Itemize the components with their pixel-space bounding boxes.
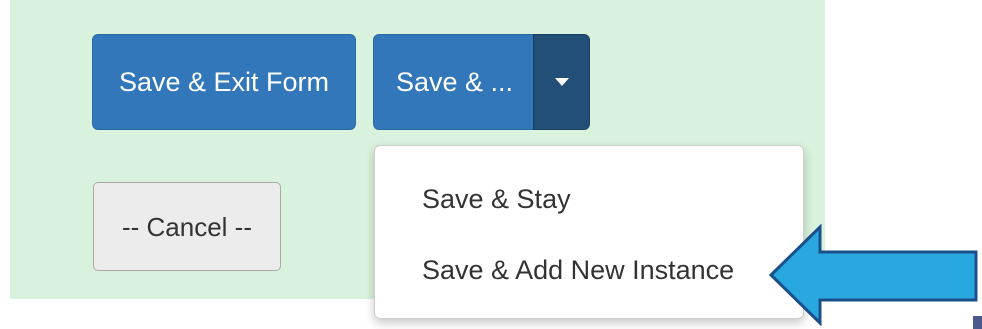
corner-artifact [973,316,982,329]
cancel-button[interactable]: -- Cancel -- [93,182,281,271]
arrow-left-icon [768,224,978,326]
save-exit-form-button[interactable]: Save & Exit Form [92,34,356,130]
save-split-button-group: Save & ... [373,34,590,130]
save-as-button[interactable]: Save & ... [373,34,535,130]
menu-item-save-and-stay[interactable]: Save & Stay [422,184,571,215]
save-options-dropdown-menu: Save & Stay Save & Add New Instance [374,145,804,319]
chevron-down-icon [554,78,569,86]
screenshot-stage: Save & Exit Form Save & ... -- Cancel --… [0,0,982,329]
menu-item-save-and-add-new-instance[interactable]: Save & Add New Instance [422,255,734,286]
save-options-toggle-button[interactable] [533,34,590,130]
